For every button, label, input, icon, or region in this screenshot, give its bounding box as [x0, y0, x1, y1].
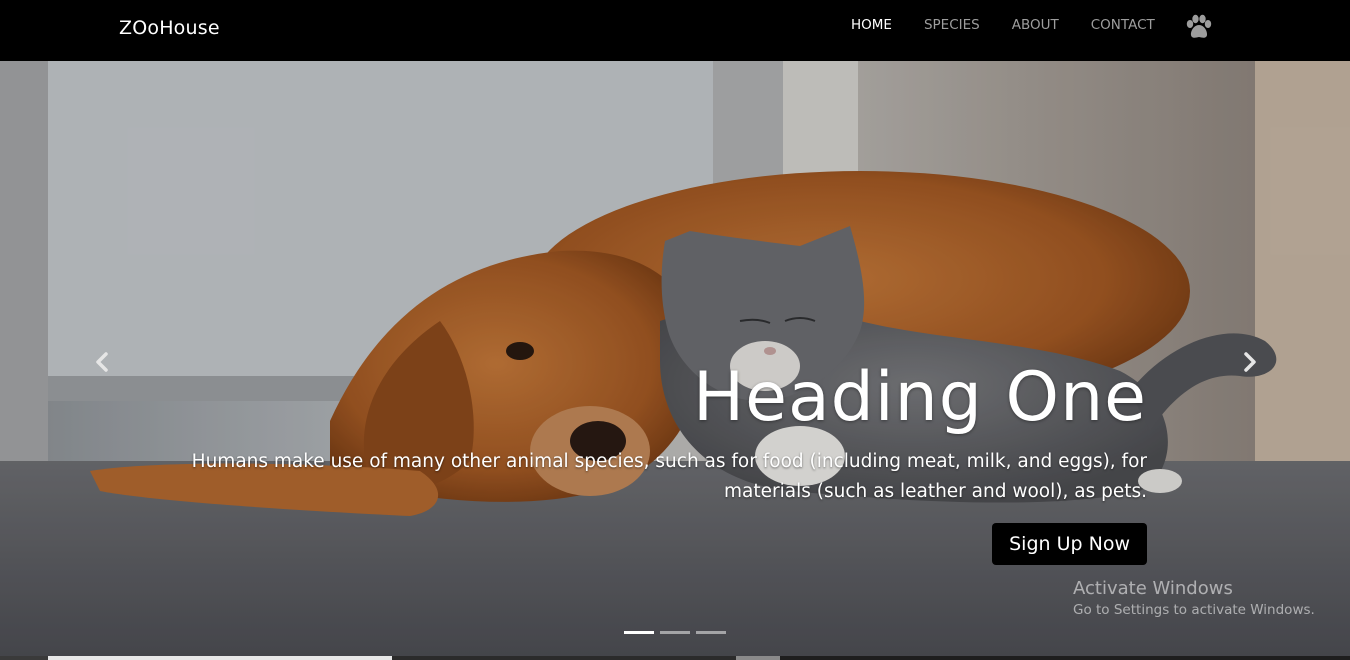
sign-up-button[interactable]: Sign Up Now — [992, 523, 1147, 565]
strip-segment-mid — [736, 656, 780, 660]
strip-segment-right — [780, 656, 1350, 660]
carousel-heading: Heading One — [692, 358, 1147, 437]
hero-carousel: Heading One Humans make use of many othe… — [0, 61, 1350, 656]
bottom-strip — [0, 656, 1350, 660]
nav-links: HOME SPECIES ABOUT CONTACT — [835, 17, 1171, 33]
carousel-indicators — [624, 631, 726, 634]
nav-link-home[interactable]: HOME — [835, 17, 908, 33]
nav-link-species[interactable]: SPECIES — [908, 17, 996, 33]
carousel-indicator-2[interactable] — [660, 631, 690, 634]
carousel-caption: Heading One Humans make use of many othe… — [187, 357, 1147, 565]
navbar: ZOoHouse HOME SPECIES ABOUT CONTACT — [0, 0, 1350, 61]
windows-activation-watermark: Activate Windows Go to Settings to activ… — [1073, 578, 1315, 620]
paw-icon[interactable] — [1184, 14, 1214, 42]
brand-logo[interactable]: ZOoHouse — [119, 17, 220, 39]
watermark-title: Activate Windows — [1073, 578, 1233, 599]
carousel-indicator-3[interactable] — [696, 631, 726, 634]
carousel-text: Humans make use of many other animal spe… — [191, 451, 1147, 502]
nav-link-about[interactable]: ABOUT — [996, 17, 1075, 33]
watermark-subtitle: Go to Settings to activate Windows. — [1073, 602, 1315, 618]
chevron-left-icon[interactable] — [88, 347, 118, 377]
strip-segment-dark — [392, 656, 736, 660]
carousel-indicator-1[interactable] — [624, 631, 654, 634]
strip-segment-light — [48, 656, 392, 660]
nav-link-contact[interactable]: CONTACT — [1075, 17, 1171, 33]
chevron-right-icon[interactable] — [1234, 347, 1264, 377]
